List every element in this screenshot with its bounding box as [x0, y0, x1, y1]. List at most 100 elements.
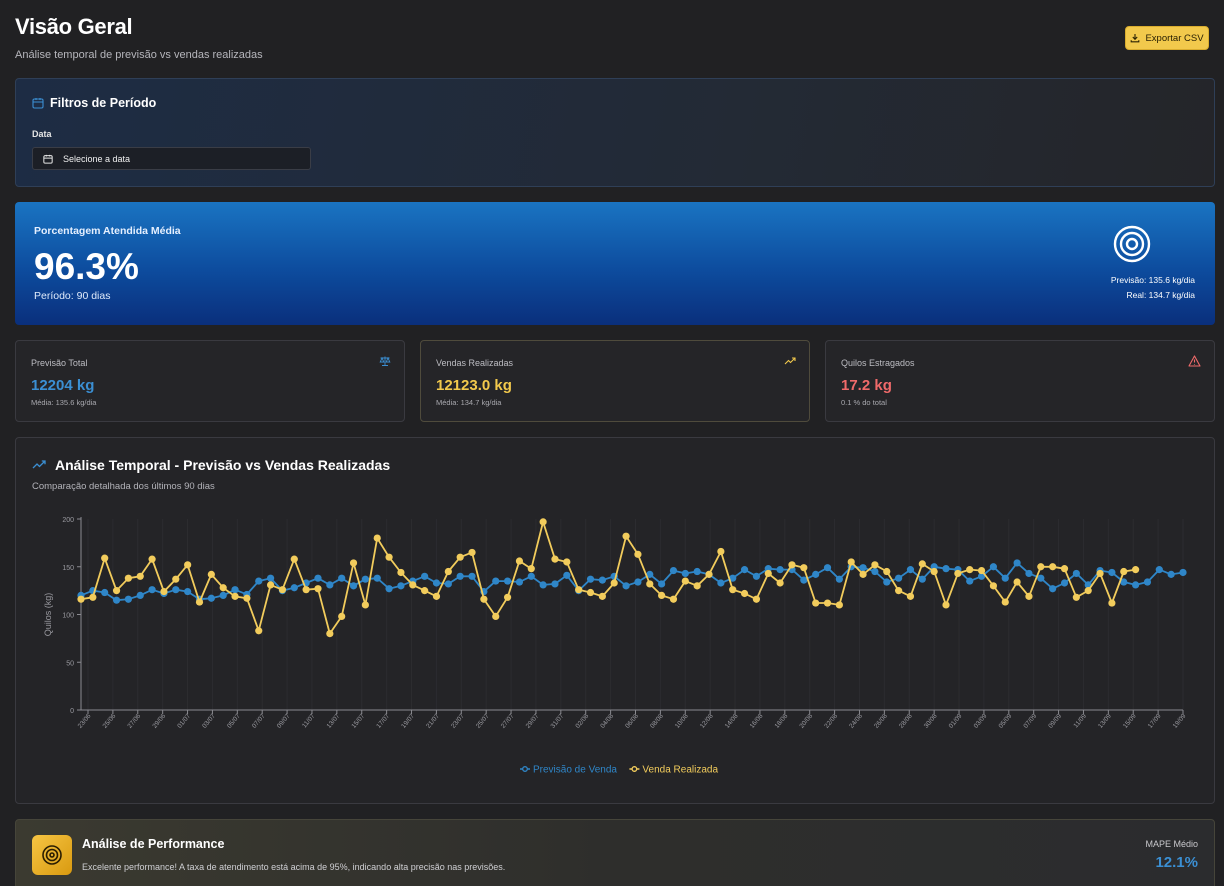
actual-point: [883, 567, 891, 576]
actual-point: [373, 534, 381, 542]
x-tick-label: 09/09: [1047, 713, 1063, 730]
actual-point: [314, 585, 322, 593]
forecast-point: [1143, 578, 1152, 586]
forecast-point: [658, 580, 666, 588]
x-tick-label: 21/07: [425, 713, 441, 730]
x-tick-label: 16/08: [749, 713, 765, 730]
performance-text: Excelente performance! A taxa de atendim…: [82, 862, 506, 872]
forecast-point: [373, 574, 381, 582]
x-tick-label: 19/07: [400, 713, 416, 730]
x-tick-label: 31/07: [550, 713, 566, 730]
stat-card-sales: Vendas Realizadas 12123.0 kg Média: 134.…: [420, 340, 810, 422]
actual-point: [1037, 563, 1045, 571]
x-tick-label: 10/08: [674, 713, 690, 730]
actual-point: [480, 595, 488, 603]
actual-point: [468, 548, 476, 557]
forecast-point: [124, 595, 132, 603]
actual-point: [195, 598, 204, 606]
actual-point: [634, 550, 642, 558]
actual-point: [432, 592, 441, 600]
stat-value: 17.2 kg: [841, 377, 892, 394]
actual-point: [1132, 566, 1140, 574]
performance-badge: [32, 835, 72, 875]
actual-point: [492, 612, 500, 621]
x-tick-label: 11/09: [1072, 713, 1088, 730]
filters-panel: Filtros de Período Data Selecione a data: [15, 78, 1215, 187]
forecast-point: [397, 582, 405, 590]
forecast-point: [989, 563, 998, 571]
x-tick-label: 26/08: [873, 713, 889, 730]
filters-title: Filtros de Período: [32, 96, 156, 110]
actual-point: [563, 558, 571, 566]
actual-point: [338, 612, 346, 621]
x-tick-label: 01/07: [176, 713, 192, 730]
actual-point: [456, 553, 464, 561]
forecast-point: [563, 571, 571, 579]
forecast-point: [966, 577, 974, 585]
forecast-point: [717, 579, 725, 587]
x-tick-label: 07/07: [251, 713, 267, 730]
x-tick-label: 14/08: [724, 713, 740, 730]
forecast-point: [1049, 585, 1057, 593]
forecast-point: [385, 585, 393, 593]
kpi-banner: Porcentagem Atendida Média 96.3% Período…: [15, 202, 1215, 325]
x-tick-label: 06/08: [624, 713, 640, 730]
actual-point: [184, 561, 192, 569]
forecast-point: [752, 572, 761, 580]
forecast-point: [776, 566, 784, 574]
forecast-point: [895, 574, 903, 582]
forecast-point: [172, 586, 180, 594]
actual-point: [503, 593, 512, 601]
forecast-point: [539, 581, 547, 589]
x-tick-label: 03/07: [201, 713, 217, 730]
x-tick-label: 04/08: [599, 713, 615, 730]
actual-point: [349, 559, 358, 567]
stat-sub: Média: 134.7 kg/dia: [436, 398, 502, 407]
actual-point: [421, 587, 429, 595]
target-icon: [1113, 225, 1151, 263]
actual-point: [219, 584, 227, 592]
forecast-point: [515, 578, 524, 586]
x-tick-label: 28/08: [898, 713, 914, 730]
actual-point: [693, 582, 701, 590]
x-tick-label: 17/07: [375, 713, 391, 730]
forecast-point: [101, 588, 109, 597]
actual-point: [895, 587, 903, 595]
date-picker[interactable]: Selecione a data: [32, 147, 311, 170]
actual-point: [812, 599, 820, 607]
x-tick-label: 01/09: [948, 713, 964, 730]
actual-point: [1084, 587, 1092, 595]
trending-up-icon: [784, 357, 796, 365]
stat-sub: 0.1 % do total: [841, 398, 887, 407]
forecast-point: [219, 591, 227, 599]
forecast-point: [681, 569, 689, 578]
actual-point: [278, 586, 287, 594]
x-tick-label: 15/09: [1122, 713, 1138, 730]
forecast-point: [906, 566, 915, 574]
alert-triangle-icon: [1188, 355, 1201, 367]
x-tick-label: 19/09: [1172, 713, 1188, 730]
actual-point: [930, 567, 938, 576]
x-tick-label: 08/08: [649, 713, 665, 730]
x-tick-label: 15/07: [350, 713, 366, 730]
x-tick-label: 27/06: [126, 713, 142, 730]
forecast-point: [349, 582, 358, 590]
forecast-point: [1013, 559, 1021, 567]
x-tick-label: 30/08: [923, 713, 939, 730]
forecast-point: [1001, 574, 1009, 582]
forecast-point: [740, 566, 749, 574]
actual-point: [385, 553, 393, 561]
stat-value: 12204 kg: [31, 377, 95, 394]
actual-point: [598, 592, 606, 600]
forecast-point: [634, 578, 642, 586]
actual-point: [302, 586, 310, 594]
actual-point: [266, 581, 275, 589]
legend-swatch-marker: [631, 766, 638, 772]
actual-point: [610, 579, 618, 587]
forecast-point: [1179, 568, 1187, 577]
x-tick-label: 25/07: [475, 713, 491, 730]
export-csv-button[interactable]: Exportar CSV: [1125, 26, 1209, 50]
actual-point: [160, 587, 168, 596]
actual-point: [527, 565, 535, 573]
x-tick-label: 13/07: [326, 713, 342, 730]
